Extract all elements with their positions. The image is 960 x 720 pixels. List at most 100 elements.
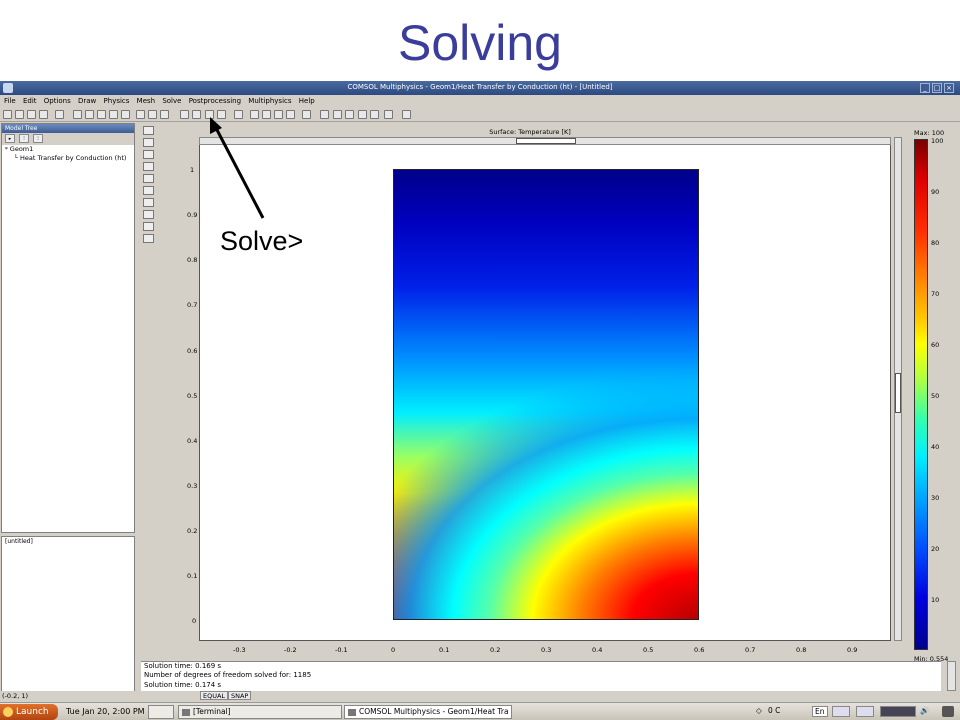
draw-dot-icon[interactable] [143,234,154,243]
y-tick: 0.7 [187,301,198,309]
draw-curve-icon[interactable] [358,110,367,119]
draw-polyline-icon[interactable] [143,222,154,231]
menu-solve[interactable]: Solve [162,95,181,107]
plot-title: Surface: Temperature [K] [489,128,571,136]
power-icon[interactable] [942,706,954,717]
colorbar-tick: 40 [931,443,940,451]
x-tick: 0.8 [796,646,807,654]
temperature-surface-plot[interactable] [393,169,699,620]
pan-icon[interactable] [302,110,311,119]
mesh-refine-icon[interactable] [160,110,169,119]
language-indicator[interactable]: En [812,706,828,717]
model-tree-icon[interactable] [55,110,64,119]
launch-button[interactable]: Launch [0,704,58,720]
x-tick: -0.1 [335,646,348,654]
draw-arc-icon[interactable] [370,110,379,119]
menu-help[interactable]: Help [299,95,315,107]
copy-icon[interactable] [85,110,94,119]
y-tick: 1 [190,166,195,174]
draw-shape-icon[interactable] [345,110,354,119]
draw-square-icon[interactable] [143,162,154,171]
log-scrollbar[interactable] [947,661,956,691]
model-tree-toolbar: ▸ ⁝ ⁝ [2,133,134,145]
zoom-out-icon[interactable] [274,110,283,119]
paste-icon[interactable] [97,110,106,119]
tree-expand-icon[interactable]: ⁝ [19,134,29,143]
minimize-button[interactable]: _ [920,83,930,93]
menu-file[interactable]: File [4,95,16,107]
colorbar-tick: 30 [931,494,940,502]
snap-toggle[interactable]: SNAP [228,691,252,700]
undo-icon[interactable] [109,110,118,119]
clock: Tue Jan 20, 2:00 PM [66,707,145,716]
equal-toggle[interactable]: EQUAL [200,691,229,700]
menu-mesh[interactable]: Mesh [137,95,155,107]
menu-postprocessing[interactable]: Postprocessing [189,95,241,107]
x-tick: 0.6 [694,646,705,654]
zoom-extents-icon[interactable] [286,110,295,119]
properties-text: [untitled] [5,538,33,545]
menu-options[interactable]: Options [44,95,71,107]
display-icon[interactable] [832,706,850,717]
volume-icon[interactable]: 🔊 [920,706,929,715]
vertical-scrollbar[interactable] [894,137,902,641]
network-icon[interactable]: ◇ [756,706,762,715]
open-file-icon[interactable] [15,110,24,119]
tree-node-heat-transfer[interactable]: └ Heat Transfer by Conduction (ht) [2,154,134,163]
help-icon[interactable] [402,110,411,119]
workspace-icon[interactable] [856,706,874,717]
tree-collapse-icon[interactable]: ⁝ [33,134,43,143]
draw-rectangle-icon[interactable] [143,126,154,135]
solve-parameters-icon[interactable] [205,110,214,119]
draw-point-icon[interactable] [143,186,154,195]
horizontal-scrollbar[interactable] [199,137,891,145]
select-icon[interactable] [121,110,130,119]
colorbar-tick: 80 [931,239,940,247]
tree-node-geom[interactable]: ᵠ Geom1 [2,145,134,154]
draw-ellipse-icon[interactable] [143,150,154,159]
draw-region-icon[interactable] [143,198,154,207]
model-tree-header: Model Tree [2,124,134,133]
zoom-window-icon[interactable] [250,110,259,119]
x-tick: 0.2 [490,646,501,654]
menu-edit[interactable]: Edit [23,95,37,107]
save-icon[interactable] [27,110,36,119]
y-tick: 0 [192,617,197,625]
solve-icon[interactable] [180,110,189,119]
restart-solve-icon[interactable] [192,110,201,119]
menu-draw[interactable]: Draw [78,95,96,107]
tree-view-icon[interactable]: ▸ [5,134,15,143]
menu-physics[interactable]: Physics [104,95,130,107]
scroll-thumb[interactable] [516,138,576,144]
draw-circle-icon[interactable] [143,174,154,183]
colorbar-tick: 100 [931,137,944,145]
pager-icon[interactable] [880,706,916,717]
close-button[interactable]: × [944,83,954,93]
y-tick: 0.6 [187,347,198,355]
draw-layer-icon[interactable] [143,138,154,147]
show-desktop-button[interactable] [148,705,174,719]
camera-icon[interactable] [384,110,393,119]
colorbar-tick: 20 [931,545,940,553]
draw-mode-icon[interactable] [136,110,145,119]
draw-line-icon[interactable] [143,210,154,219]
check-icon[interactable] [320,110,329,119]
solver-manager-icon[interactable] [217,110,226,119]
print-icon[interactable] [39,110,48,119]
main-toolbar [0,108,960,122]
new-file-icon[interactable] [3,110,12,119]
zoom-in-icon[interactable] [262,110,271,119]
scale-icon[interactable] [333,110,342,119]
task-comsol[interactable]: COMSOL Multiphysics - Geom1/Heat Tra [344,705,512,719]
menu-multiphysics[interactable]: Multiphysics [248,95,291,107]
mesh-mode-icon[interactable] [148,110,157,119]
task-terminal[interactable]: [Terminal] [178,705,342,719]
temperature-readout: 0 C [768,706,781,715]
window-titlebar[interactable]: COMSOL Multiphysics - Geom1/Heat Transfe… [0,81,960,95]
plot-icon[interactable] [234,110,243,119]
maximize-button[interactable]: □ [932,83,942,93]
scroll-thumb[interactable] [895,373,901,413]
y-tick: 0.1 [187,572,198,580]
cut-icon[interactable] [73,110,82,119]
log-line: Number of degrees of freedom solved for:… [144,671,312,680]
